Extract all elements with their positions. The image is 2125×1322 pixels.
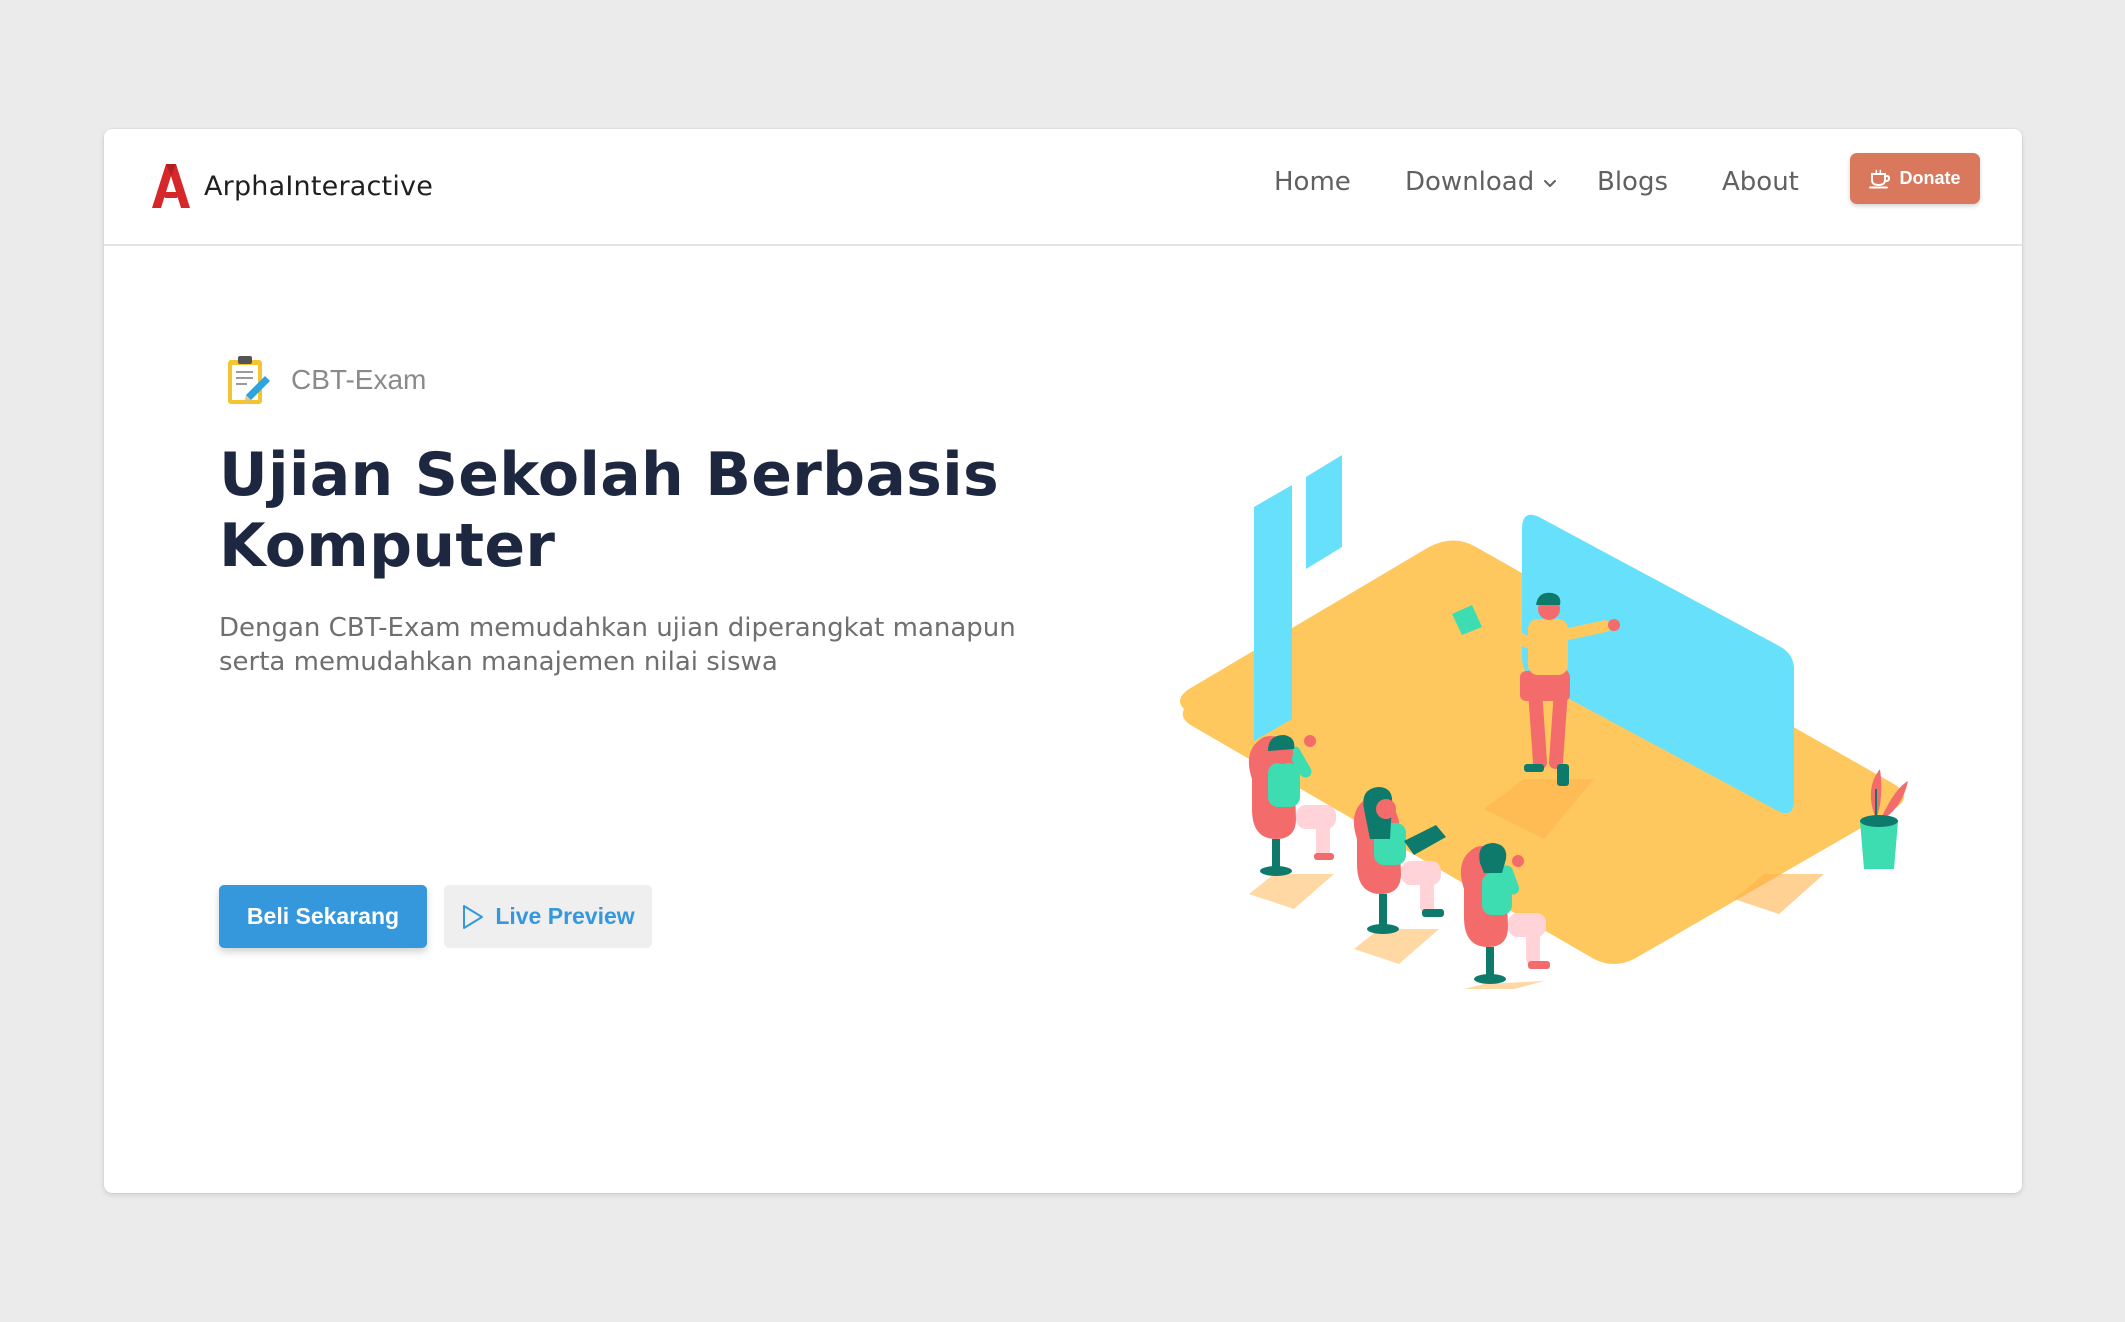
coffee-cup-icon [1869, 169, 1891, 188]
nav-download[interactable]: Download [1405, 167, 1558, 197]
hero-title-line-2: Komputer [219, 511, 556, 581]
nav-about[interactable]: About [1722, 167, 1799, 197]
hero-title-line-1: Ujian Sekolah Berbasis [219, 440, 1000, 510]
product-tag: CBT-Exam [225, 354, 426, 406]
hero-description-line-1: Dengan CBT-Exam memudahkan ujian diperan… [219, 613, 1016, 643]
classroom-window-left [1254, 485, 1292, 741]
app-window: ArphaInteractive Home Download Blogs Abo… [104, 129, 2022, 1193]
isometric-classroom-illustration [1180, 455, 1908, 989]
chevron-down-icon [1544, 180, 1557, 187]
clipboard-pencil-icon [228, 356, 270, 404]
nav-blogs[interactable]: Blogs [1597, 167, 1668, 197]
hero-description-line-2: serta memudahkan manajemen nilai siswa [219, 647, 778, 677]
live-preview-button[interactable]: Live Preview [444, 885, 652, 948]
nav-download-label: Download [1405, 167, 1535, 197]
live-preview-label: Live Preview [495, 903, 635, 929]
product-name: CBT-Exam [291, 364, 427, 395]
buy-now-button[interactable]: Beli Sekarang [219, 885, 427, 948]
donate-button[interactable]: Donate [1850, 153, 1980, 204]
classroom-window-right [1306, 455, 1342, 569]
nav-home[interactable]: Home [1274, 167, 1351, 197]
play-outline-icon [463, 904, 484, 929]
top-navbar: ArphaInteractive Home Download Blogs Abo… [104, 129, 2022, 246]
nav-menu: Home Download Blogs About [104, 129, 2022, 246]
donate-label: Donate [1899, 168, 1961, 188]
hero-description: Dengan CBT-Exam memudahkan ujian diperan… [219, 611, 1059, 679]
hero-title: Ujian Sekolah Berbasis Komputer [219, 440, 1099, 582]
